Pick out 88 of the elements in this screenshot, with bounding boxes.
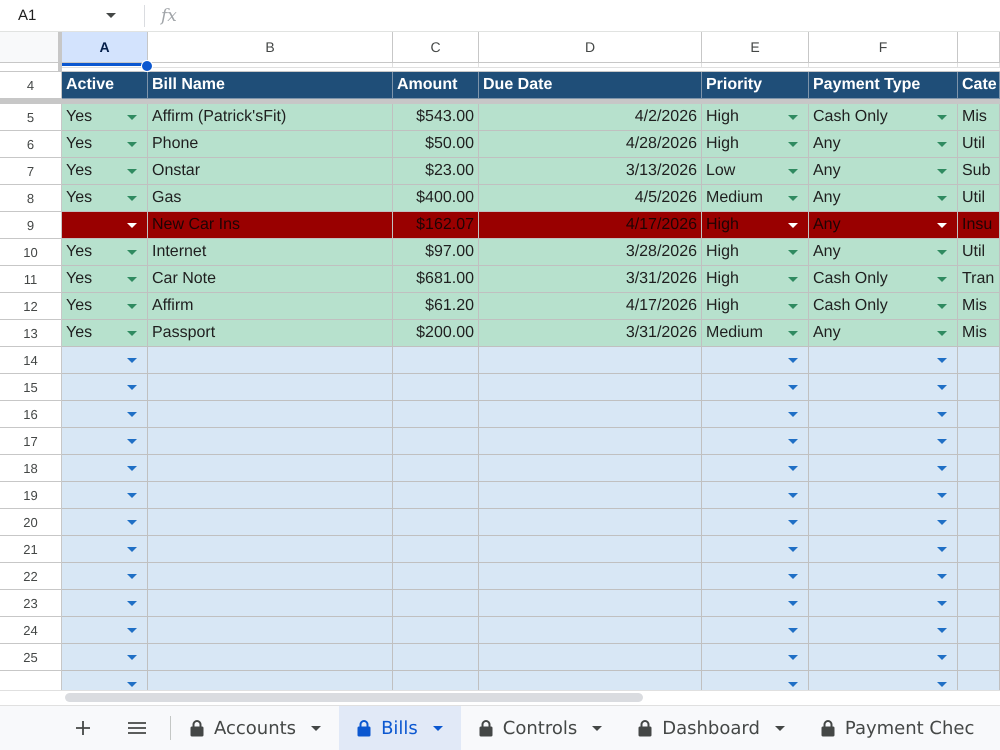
column-header[interactable]: E: [702, 32, 809, 63]
caret-icon[interactable]: [788, 438, 798, 444]
row-header[interactable]: 18: [0, 455, 62, 482]
caret-icon[interactable]: [937, 384, 947, 390]
scrollbar-track[interactable]: [0, 690, 1000, 705]
caret-icon[interactable]: [937, 600, 947, 606]
plus-icon: [76, 721, 90, 735]
row-header[interactable]: 5: [0, 104, 62, 131]
row-header[interactable]: 8: [0, 185, 62, 212]
row-header[interactable]: 6: [0, 131, 62, 158]
caret-icon[interactable]: [788, 358, 798, 362]
row-header[interactable]: 14: [0, 347, 62, 374]
caret-icon[interactable]: [937, 412, 947, 416]
caret-icon[interactable]: [788, 628, 798, 632]
sheet-tab[interactable]: Payment Chec: [802, 706, 992, 750]
caret-icon[interactable]: [106, 13, 116, 18]
row-header[interactable]: 20: [0, 509, 62, 536]
caret-icon[interactable]: [937, 546, 947, 552]
function-label: fx: [159, 6, 178, 26]
caret-icon[interactable]: [788, 600, 798, 606]
caret-icon[interactable]: [937, 466, 947, 470]
caret-icon[interactable]: [127, 412, 137, 416]
row-header[interactable]: 13: [0, 320, 62, 347]
row-header[interactable]: 11: [0, 266, 62, 293]
caret-icon[interactable]: [127, 222, 137, 228]
caret-icon[interactable]: [788, 466, 798, 470]
caret-icon[interactable]: [127, 682, 137, 686]
caret-icon[interactable]: [937, 628, 947, 632]
caret-icon[interactable]: [788, 384, 798, 390]
column-header[interactable]: F: [809, 32, 958, 63]
caret-icon[interactable]: [937, 492, 947, 498]
column-header[interactable]: [958, 32, 1000, 63]
row-header[interactable]: 24: [0, 617, 62, 644]
row-header[interactable]: 23: [0, 590, 62, 617]
row-header[interactable]: 22: [0, 563, 62, 590]
caret-icon[interactable]: [127, 546, 137, 552]
caret-icon[interactable]: [127, 358, 137, 362]
caret-icon[interactable]: [937, 520, 947, 524]
caret-icon[interactable]: [127, 574, 137, 578]
column-header[interactable]: A: [62, 32, 148, 63]
caret-icon[interactable]: [788, 412, 798, 416]
caret-icon[interactable]: [127, 654, 137, 660]
row-header[interactable]: 17: [0, 428, 62, 455]
caret-icon[interactable]: [937, 438, 947, 444]
caret-icon[interactable]: [937, 358, 947, 362]
caret-icon[interactable]: [592, 726, 602, 730]
caret-icon[interactable]: [127, 438, 137, 444]
column-header[interactable]: C: [393, 32, 479, 63]
scrollbar-thumb[interactable]: [65, 693, 643, 702]
caret-icon[interactable]: [311, 726, 322, 730]
caret-icon[interactable]: [937, 222, 947, 228]
caret-icon[interactable]: [788, 574, 798, 578]
row-header[interactable]: 16: [0, 401, 62, 428]
caret-icon[interactable]: [788, 682, 798, 686]
row-header[interactable]: 15: [0, 374, 62, 401]
row-header[interactable]: 10: [0, 239, 62, 266]
caret-icon[interactable]: [788, 492, 798, 498]
caret-icon[interactable]: [127, 384, 137, 390]
menu-icon: [128, 722, 146, 734]
select-all-corner[interactable]: [0, 32, 62, 63]
caret-icon[interactable]: [127, 466, 137, 470]
name-box[interactable]: A1: [0, 2, 132, 30]
caret-icon[interactable]: [127, 600, 137, 606]
caret-icon[interactable]: [937, 682, 947, 686]
caret-icon[interactable]: [127, 520, 137, 524]
row-header[interactable]: 7: [0, 158, 62, 185]
caret-icon[interactable]: [788, 222, 798, 228]
caret-icon[interactable]: [788, 546, 798, 552]
row-header[interactable]: 4: [0, 72, 62, 99]
row-header[interactable]: 21: [0, 536, 62, 563]
caret-icon[interactable]: [788, 654, 798, 660]
fill-handle-icon[interactable]: [141, 60, 153, 72]
row-header[interactable]: 19: [0, 482, 62, 509]
row-header[interactable]: 25: [0, 644, 62, 671]
sheet-tab[interactable]: Accounts: [172, 706, 340, 750]
caret-icon[interactable]: [774, 726, 785, 730]
sheet-tab[interactable]: Dashboard: [620, 706, 803, 750]
caret-icon[interactable]: [937, 654, 947, 660]
row-header[interactable]: 12: [0, 293, 62, 320]
caret-icon[interactable]: [127, 628, 137, 632]
row-header[interactable]: 9: [0, 212, 62, 239]
caret-icon[interactable]: [432, 726, 443, 730]
caret-icon[interactable]: [788, 520, 798, 524]
column-header[interactable]: D: [479, 32, 702, 63]
sheet-tab[interactable]: Controls: [460, 706, 620, 750]
caret-icon[interactable]: [127, 492, 137, 498]
caret-icon[interactable]: [937, 574, 947, 578]
sheet-tab[interactable]: Bills: [339, 706, 461, 750]
